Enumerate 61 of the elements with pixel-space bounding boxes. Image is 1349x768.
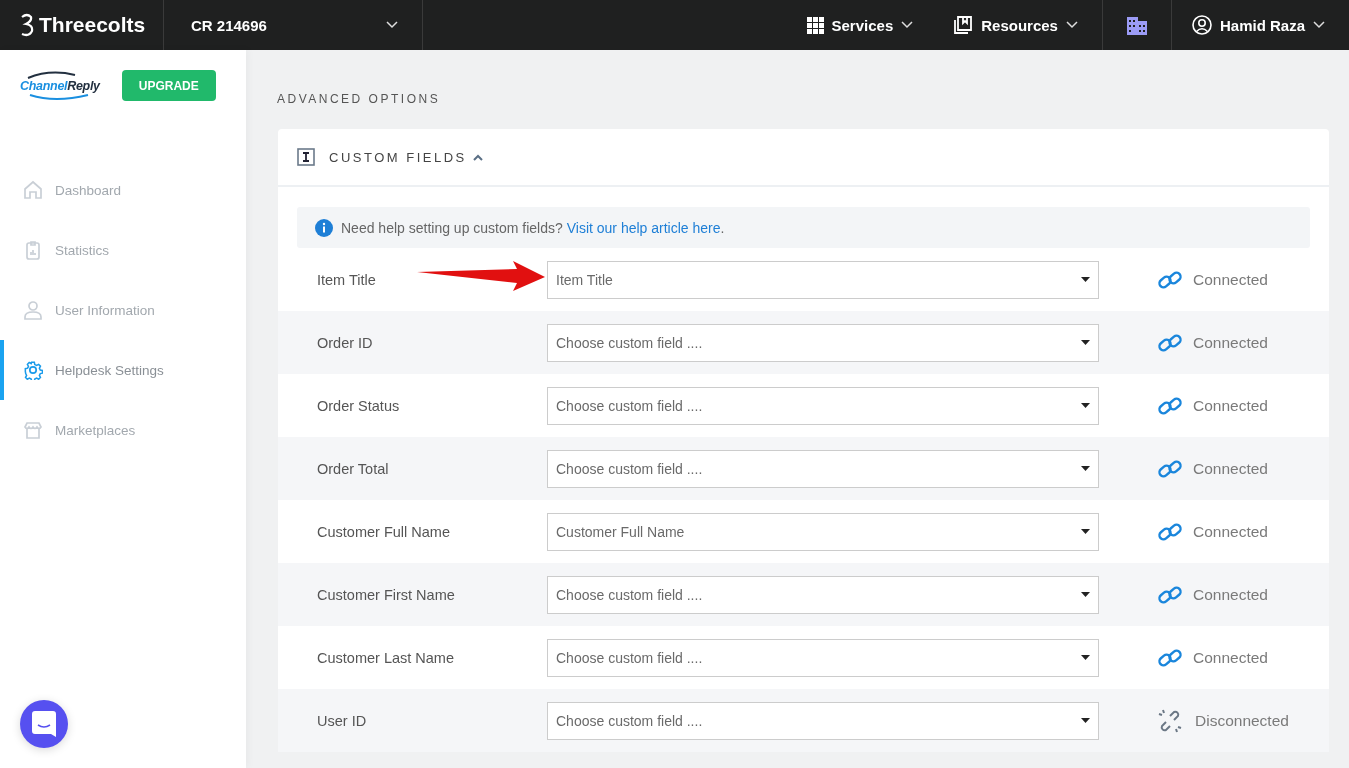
connection-status: Connected: [1193, 270, 1268, 289]
text-field-icon: [297, 148, 315, 166]
section-toggle[interactable]: CUSTOM FIELDS: [329, 149, 483, 165]
field-label: Customer Last Name: [317, 649, 454, 666]
connection-status: Connected: [1193, 459, 1268, 478]
services-menu[interactable]: Services: [786, 0, 934, 50]
field-label: Order Total: [317, 460, 389, 477]
custom-field-dropdown[interactable]: Choose custom field ....: [547, 701, 1099, 740]
chevron-icon: [901, 21, 914, 29]
field-label: Order ID: [317, 334, 373, 351]
clipboard-icon: [23, 240, 43, 260]
custom-field-dropdown[interactable]: Choose custom field ....: [547, 638, 1099, 677]
connection-status: Disconnected: [1195, 711, 1289, 730]
field-label: User ID: [317, 712, 367, 729]
broken-link-icon: [1157, 707, 1183, 734]
caret-icon: [1081, 466, 1090, 471]
custom-field-dropdown[interactable]: Item Title: [547, 260, 1099, 299]
brand-name: Threecolts: [39, 13, 146, 37]
chevron-icon: [1065, 21, 1078, 29]
chat-button[interactable]: [20, 700, 68, 748]
home-icon: [23, 180, 43, 200]
caret-icon: [1081, 718, 1090, 723]
channelreply-logo: ChannelReply: [20, 70, 100, 101]
custom-field-dropdown[interactable]: Choose custom field ....: [547, 386, 1099, 425]
caret-icon: [1081, 655, 1090, 660]
connection-status: Connected: [1193, 522, 1268, 541]
custom-field-dropdown[interactable]: Choose custom field ....: [547, 449, 1099, 488]
caret-icon: [1081, 529, 1090, 534]
field-label: Item Title: [317, 271, 376, 288]
building-icon[interactable]: [1126, 15, 1147, 35]
settings-icon: [23, 360, 43, 380]
logo-icon: [19, 13, 35, 37]
caret-icon: [1081, 340, 1090, 345]
store-icon: [23, 420, 43, 440]
help-link[interactable]: Visit our help article here: [566, 219, 721, 236]
book-icon: [953, 15, 974, 35]
user-menu[interactable]: Hamid Raza: [1171, 0, 1349, 50]
field-label: Customer First Name: [317, 586, 455, 603]
field-label: Order Status: [317, 397, 400, 414]
user-icon: [23, 300, 43, 320]
grid-icon: [806, 16, 824, 34]
custom-field-dropdown[interactable]: Choose custom field ....: [547, 323, 1099, 362]
section-title: ADVANCED OPTIONS: [277, 92, 442, 106]
custom-field-dropdown[interactable]: Customer Full Name: [547, 512, 1099, 551]
chevron-icon: [386, 21, 398, 29]
caret-icon: [1081, 403, 1090, 408]
user-icon: [1191, 15, 1212, 35]
caret-icon: [1081, 277, 1090, 282]
custom-field-dropdown[interactable]: Choose custom field ....: [547, 575, 1099, 614]
chevron-icon: [472, 153, 483, 161]
caret-icon: [1081, 592, 1090, 597]
connection-status: Connected: [1193, 585, 1268, 604]
connection-status: Connected: [1193, 648, 1268, 667]
chat-icon: [32, 711, 56, 737]
chevron-icon: [1313, 21, 1325, 29]
resources-menu[interactable]: Resources: [933, 0, 1098, 50]
help-text: Need help setting up custom fields? Visit our help article here.: [341, 219, 725, 236]
info-icon: [315, 218, 333, 237]
connection-status: Connected: [1193, 396, 1268, 415]
field-label: Customer Full Name: [317, 523, 450, 540]
connection-status: Connected: [1193, 333, 1268, 352]
